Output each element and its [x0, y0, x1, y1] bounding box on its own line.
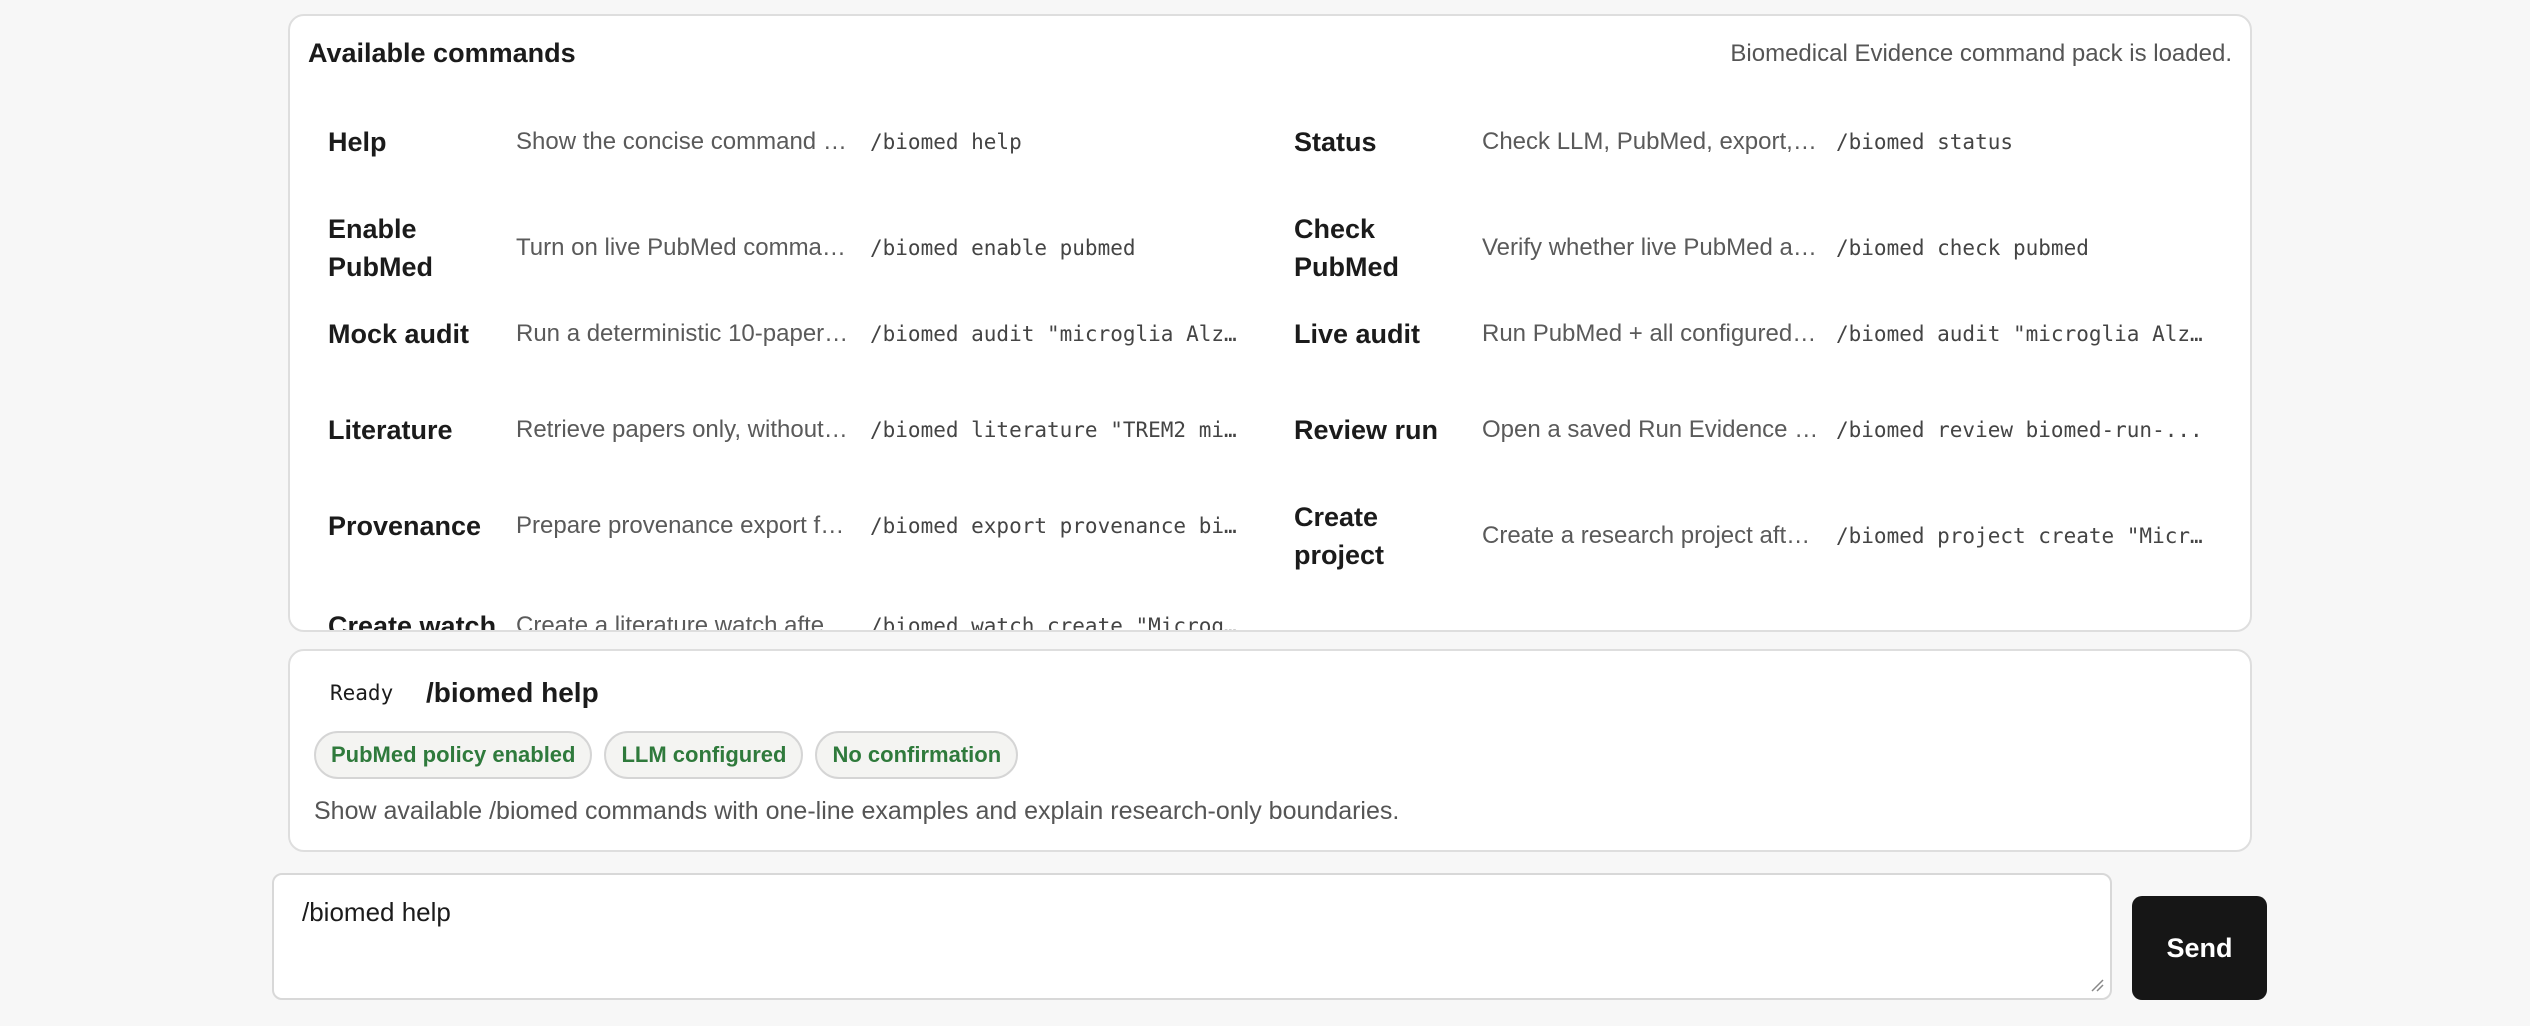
command-description: Verify whether live PubMed access is ava…: [1482, 234, 1820, 261]
command-example: /biomed export provenance biomed-run: [870, 514, 1240, 538]
command-name: Create project: [1294, 502, 1385, 570]
command-description: Create a literature watch after confirma…: [516, 612, 854, 632]
command-description: Show the concise command reference: [516, 128, 854, 155]
command-description: Create a research project after confirma…: [1482, 522, 1820, 549]
status-badges: PubMed policy enabled LLM configured No …: [314, 731, 1019, 779]
command-item-check-pubmed[interactable]: Check PubMed Verify whether live PubMed …: [1276, 208, 2226, 288]
command-name: Literature: [328, 415, 453, 445]
command-item-review-run[interactable]: Review run Open a saved Run Evidence res…: [1276, 390, 2226, 470]
command-name: Check PubMed: [1294, 214, 1399, 282]
command-description: Open a saved Run Evidence result: [1482, 416, 1820, 443]
command-item-status[interactable]: Status Check LLM, PubMed, export, and pr…: [1276, 102, 2226, 182]
command-name: Status: [1294, 127, 1377, 157]
command-composer: [272, 873, 2112, 1000]
command-item-literature[interactable]: Literature Retrieve papers only, without…: [310, 390, 1260, 470]
llm-configured-badge: LLM configured: [604, 731, 804, 779]
command-description: Prepare provenance export for a run: [516, 512, 854, 539]
command-item-help[interactable]: Help Show the concise command reference …: [310, 102, 1260, 182]
command-item-create-watch[interactable]: Create watch Create a literature watch a…: [310, 586, 1260, 632]
command-description: Show available /biomed commands with one…: [314, 797, 1400, 825]
command-name: Help: [328, 127, 387, 157]
command-description: Turn on live PubMed commands: [516, 234, 854, 261]
command-item-live-audit[interactable]: Live audit Run PubMed + all configured m…: [1276, 294, 2226, 374]
command-example: /biomed audit "microglia Alzheimer": [1836, 322, 2206, 346]
send-button[interactable]: Send: [2132, 896, 2267, 1000]
command-example: /biomed audit "microglia Alzheimer": [870, 322, 1240, 346]
pubmed-policy-badge: PubMed policy enabled: [314, 731, 593, 779]
command-input[interactable]: [274, 875, 2110, 998]
command-description: Retrieve papers only, without running mo…: [516, 416, 854, 443]
command-name: Live audit: [1294, 319, 1421, 349]
resize-handle-icon[interactable]: [2090, 978, 2104, 992]
command-example: /biomed help: [870, 130, 1022, 154]
command-example: /biomed check pubmed: [1836, 236, 2089, 260]
command-name: Mock audit: [328, 319, 470, 349]
command-description: Run PubMed + all configured models: [1482, 320, 1820, 347]
command-example: /biomed status: [1836, 130, 2014, 154]
command-item-create-project[interactable]: Create project Create a research project…: [1276, 496, 2226, 576]
commands-panel: Available commands Biomedical Evidence c…: [288, 14, 2252, 632]
current-command: /biomed help: [426, 677, 599, 708]
command-item-mock-audit[interactable]: Mock audit Run a deterministic 10-paper …: [310, 294, 1260, 374]
command-pack-status-note: Biomedical Evidence command pack is load…: [1730, 40, 2232, 67]
command-example: /biomed watch create "Microglia": [870, 614, 1240, 632]
command-description: Run a deterministic 10-paper mock audit: [516, 320, 854, 347]
command-item-provenance[interactable]: Provenance Prepare provenance export for…: [310, 486, 1260, 566]
ready-status-label: Ready: [330, 681, 394, 705]
command-example: /biomed enable pubmed: [870, 236, 1136, 260]
command-example: /biomed review biomed-run-...: [1836, 418, 2203, 442]
command-preview-panel: Ready /biomed help PubMed policy enabled…: [288, 649, 2252, 852]
command-example: /biomed project create "Microglia": [1836, 524, 2206, 548]
command-name: Review run: [1294, 415, 1439, 445]
command-description: Check LLM, PubMed, export, and project s…: [1482, 128, 1820, 155]
command-name: Provenance: [328, 511, 482, 541]
command-name: Enable PubMed: [328, 214, 433, 282]
command-item-enable-pubmed[interactable]: Enable PubMed Turn on live PubMed comman…: [310, 208, 1260, 288]
command-name: Create watch: [328, 611, 497, 632]
commands-panel-title: Available commands: [308, 38, 576, 68]
command-example: /biomed literature "TREM2 microglia": [870, 418, 1240, 442]
no-confirmation-badge: No confirmation: [815, 731, 1019, 779]
